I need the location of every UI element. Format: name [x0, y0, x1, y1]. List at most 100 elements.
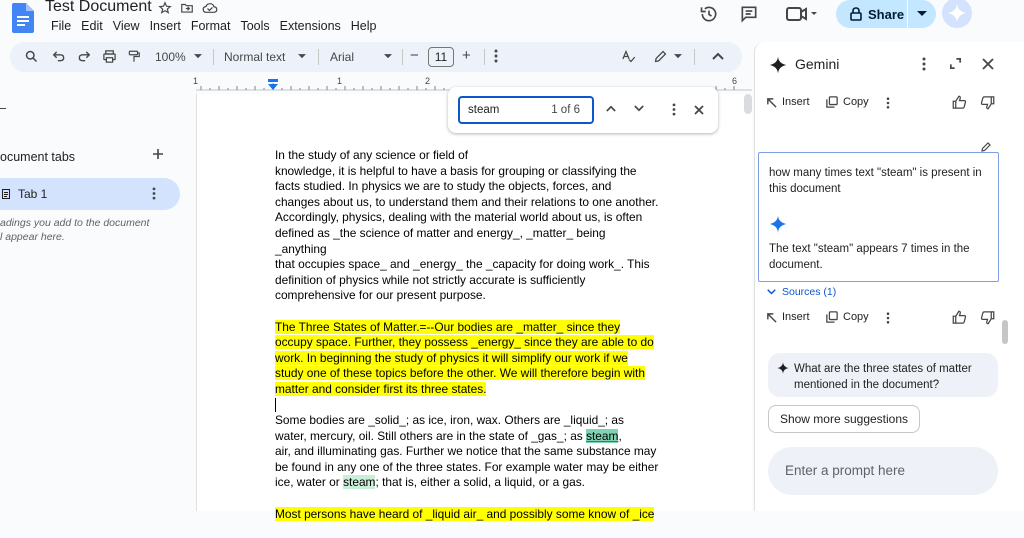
- gemini-icon: [947, 3, 967, 23]
- show-more-suggestions-button[interactable]: Show more suggestions: [768, 405, 920, 433]
- menu-tools[interactable]: Tools: [235, 19, 274, 33]
- expand-panel-icon[interactable]: [949, 57, 962, 70]
- document-page[interactable]: In the study of any science or field of …: [196, 94, 752, 521]
- document-tabs-heading: ocument tabs: [0, 150, 76, 164]
- undo-icon[interactable]: [52, 49, 66, 63]
- app-header: Test Document File Edit View Insert Form…: [0, 0, 1024, 40]
- text-cursor: [275, 398, 276, 413]
- sources-toggle[interactable]: Sources (1): [767, 286, 836, 298]
- tab-label: Tab 1: [18, 187, 48, 201]
- font-size-input[interactable]: 11: [428, 47, 454, 67]
- prompt-placeholder: Enter a prompt here: [785, 463, 906, 478]
- move-folder-icon[interactable]: [180, 1, 194, 15]
- document-body[interactable]: In the study of any science or field of …: [275, 148, 659, 538]
- meet-icon[interactable]: [786, 4, 820, 24]
- paragraph: Some bodies are _solid_; as ice, iron, w…: [275, 413, 659, 491]
- more-options-icon[interactable]: [494, 49, 498, 63]
- increase-font-size-button[interactable]: +: [462, 47, 471, 64]
- zoom-dropdown-icon[interactable]: [194, 54, 202, 59]
- hide-menus-chevron-up-icon[interactable]: [712, 52, 724, 60]
- ruler-label: 6: [732, 76, 738, 86]
- gemini-logo-icon: [769, 56, 787, 74]
- highlighted-text: Most persons have heard of _liquid air_ …: [275, 506, 655, 521]
- style-dropdown-icon[interactable]: [298, 54, 306, 59]
- document-title[interactable]: Test Document: [45, 0, 152, 16]
- decrease-font-size-button[interactable]: −: [410, 47, 419, 64]
- paragraph-highlighted: The Three States of Matter.=--Our bodies…: [275, 319, 659, 398]
- print-icon[interactable]: [102, 49, 117, 64]
- paragraph-text: ; that is, either a solid, a liquid, or …: [375, 475, 585, 490]
- find-bar: steam 1 of 6: [448, 87, 718, 133]
- thumbs-down-icon[interactable]: [980, 310, 995, 325]
- insert-label: Insert: [782, 96, 810, 108]
- paragraph-style-select[interactable]: Normal text: [224, 50, 285, 64]
- document-scrollbar[interactable]: [744, 94, 752, 114]
- history-icon[interactable]: [699, 4, 719, 24]
- font-dropdown-icon[interactable]: [384, 54, 392, 59]
- suggestion-text: What are the three states of matter ment…: [794, 363, 972, 391]
- paragraph-text: Some bodies are _solid_; as ice, iron, w…: [275, 413, 624, 443]
- docs-logo-icon[interactable]: [12, 3, 34, 33]
- find-result-count: 1 of 6: [551, 104, 580, 116]
- menu-edit[interactable]: Edit: [76, 19, 108, 33]
- ruler-label: 1: [193, 76, 199, 86]
- search-menus-icon[interactable]: [24, 49, 39, 64]
- response-more-icon[interactable]: [886, 312, 890, 324]
- comment-icon[interactable]: [739, 4, 759, 24]
- copy-label: Copy: [843, 311, 869, 323]
- tab-more-icon[interactable]: [152, 187, 156, 200]
- editing-mode-icon[interactable]: [653, 49, 668, 64]
- chat-exchange-card: how many times text "steam" is present i…: [758, 152, 999, 282]
- thumbs-down-icon[interactable]: [980, 95, 995, 110]
- find-input[interactable]: steam 1 of 6: [458, 96, 594, 124]
- insert-button[interactable]: Insert: [766, 96, 810, 108]
- response-more-icon[interactable]: [886, 97, 890, 109]
- close-find-icon[interactable]: [694, 105, 704, 115]
- thumbs-up-icon[interactable]: [952, 310, 967, 325]
- copy-button[interactable]: Copy: [826, 96, 869, 108]
- font-select[interactable]: Arial: [330, 50, 354, 64]
- star-icon[interactable]: [158, 1, 172, 15]
- find-query: steam: [468, 104, 500, 116]
- share-label: Share: [868, 6, 905, 22]
- close-panel-icon[interactable]: [982, 58, 994, 70]
- paragraph-highlighted: Most persons have heard of _liquid air_ …: [275, 506, 659, 523]
- collapse-outline-icon[interactable]: [0, 108, 6, 109]
- menu-bar: File Edit View Insert Format Tools Exten…: [46, 19, 382, 33]
- spellcheck-icon[interactable]: [621, 49, 636, 64]
- toolbar-divider: [402, 49, 403, 65]
- gemini-toggle-button[interactable]: [942, 0, 972, 28]
- editing-mode-dropdown-icon[interactable]: [674, 54, 682, 59]
- formatting-toolbar: 100% Normal text Arial − 11 +: [10, 42, 742, 72]
- menu-insert[interactable]: Insert: [145, 19, 186, 33]
- menu-format[interactable]: Format: [186, 19, 236, 33]
- gemini-more-options-icon[interactable]: [922, 57, 926, 71]
- add-tab-button[interactable]: [152, 148, 164, 160]
- prompt-input[interactable]: Enter a prompt here: [768, 447, 998, 495]
- menu-extensions[interactable]: Extensions: [275, 19, 346, 33]
- find-more-options-icon[interactable]: [672, 103, 676, 116]
- suggestion-chip[interactable]: What are the three states of matter ment…: [768, 353, 998, 397]
- share-button[interactable]: Share: [836, 0, 936, 28]
- gemini-scrollbar[interactable]: [1002, 320, 1008, 344]
- menu-help[interactable]: Help: [346, 19, 382, 33]
- copy-label: Copy: [843, 96, 869, 108]
- tab-item-1[interactable]: Tab 1: [0, 178, 180, 210]
- cloud-status-icon[interactable]: [202, 1, 218, 15]
- paint-format-icon[interactable]: [127, 49, 141, 64]
- menu-file[interactable]: File: [46, 19, 76, 33]
- copy-button[interactable]: Copy: [826, 311, 869, 323]
- zoom-select[interactable]: 100%: [155, 50, 186, 64]
- thumbs-up-icon[interactable]: [952, 95, 967, 110]
- previous-match-chevron-up-icon[interactable]: [606, 105, 616, 112]
- empty-line: [275, 398, 659, 414]
- toolbar-divider: [213, 49, 214, 65]
- gemini-spark-icon: [769, 215, 787, 233]
- share-dropdown-icon[interactable]: [908, 0, 936, 28]
- menu-view[interactable]: View: [108, 19, 145, 33]
- next-match-chevron-down-icon[interactable]: [634, 105, 644, 112]
- find-match: steam: [343, 475, 376, 490]
- redo-icon[interactable]: [77, 49, 91, 63]
- insert-button[interactable]: Insert: [766, 311, 810, 323]
- toolbar-divider: [484, 49, 485, 65]
